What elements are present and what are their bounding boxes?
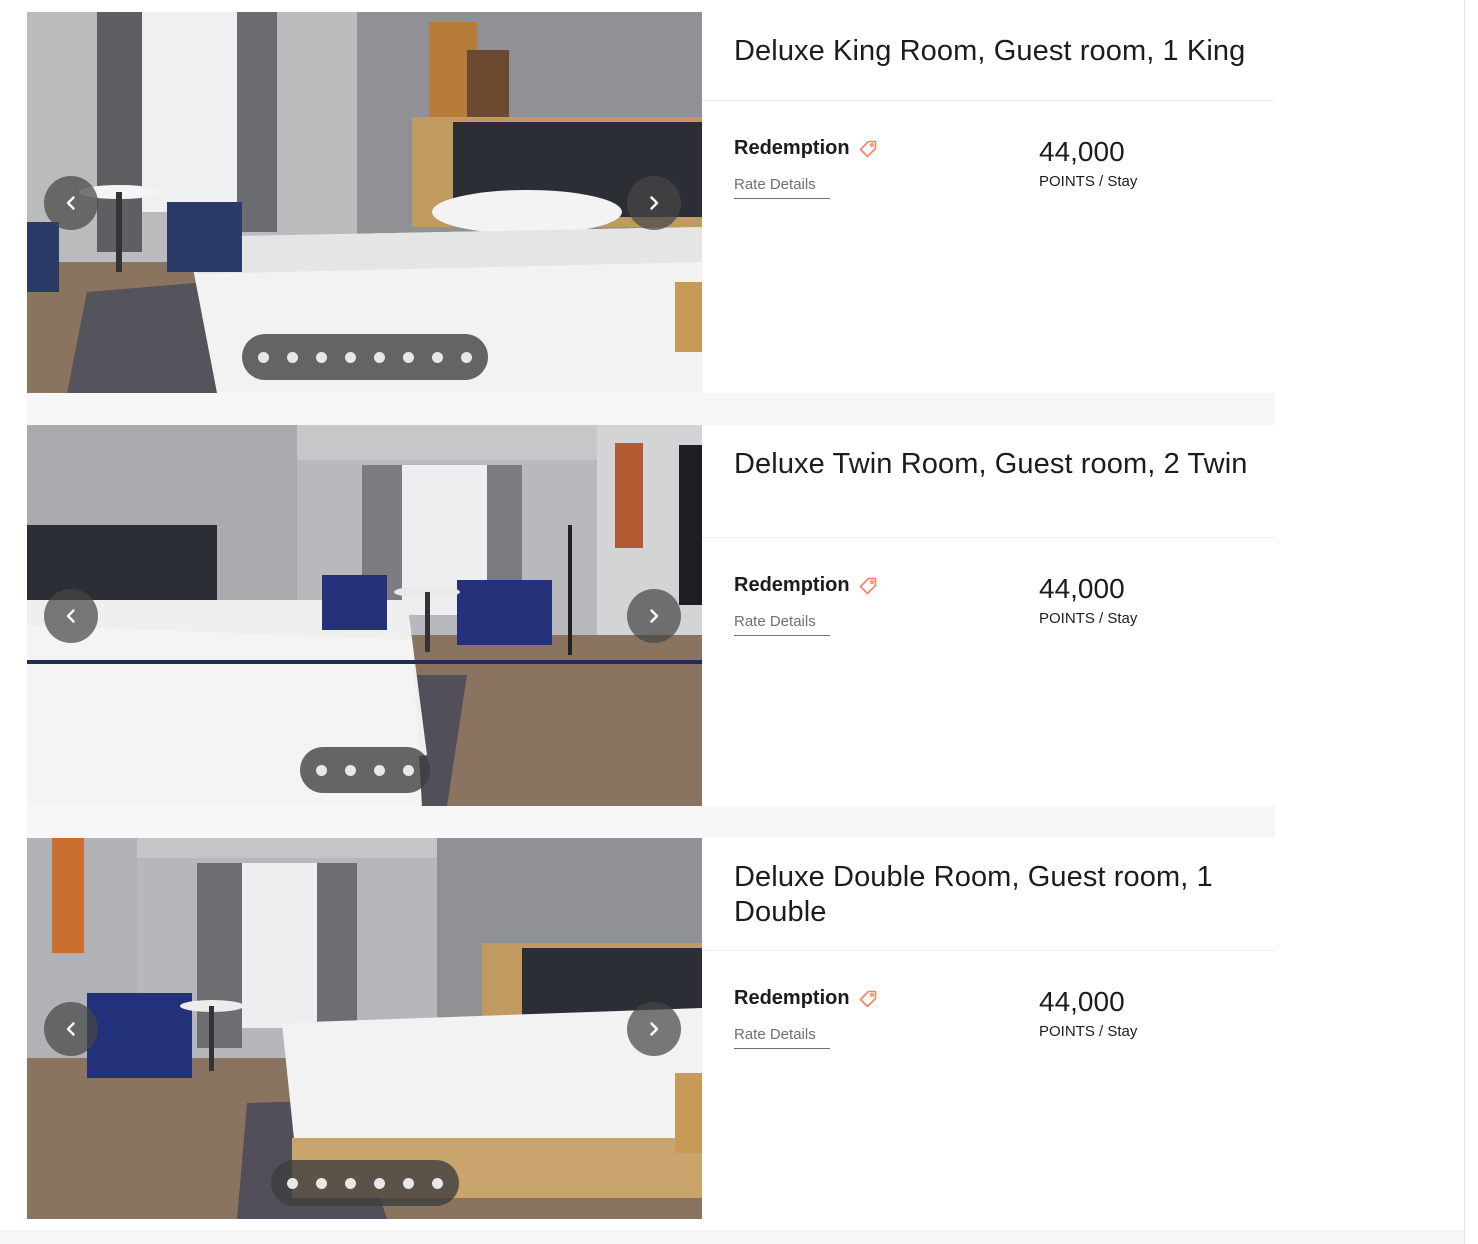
room-title-section: Deluxe King Room, Guest room, 1 King: [702, 12, 1275, 101]
points-label: POINTS: [1039, 1023, 1095, 1040]
carousel-dot[interactable]: [373, 1177, 385, 1189]
carousel-dot[interactable]: [402, 764, 414, 776]
scrollbar-track[interactable]: [1464, 0, 1478, 1244]
points-value: 44,000: [1039, 986, 1125, 1017]
room-image-carousel[interactable]: [27, 838, 702, 1219]
card-separator: [27, 393, 1275, 425]
tag-icon: [859, 990, 876, 1007]
rate-name-label: Redemption: [734, 137, 850, 159]
chevron-left-icon: [66, 1021, 75, 1036]
room-title: Deluxe King Room, Guest room, 1 King: [734, 35, 1246, 67]
carousel-dot[interactable]: [344, 351, 356, 363]
room-info: Deluxe Twin Room, Guest room, 2 Twin Red…: [702, 425, 1275, 806]
rate-row: Redemption Rate Details 44,000 POINTS / …: [702, 951, 1275, 1071]
chevron-right-icon: [650, 608, 659, 623]
rate-name-label: Redemption: [734, 987, 850, 1009]
carousel-next-button[interactable]: [627, 175, 681, 230]
room-image-carousel[interactable]: [27, 12, 702, 393]
carousel-dot[interactable]: [286, 351, 298, 363]
rate-name: Redemption: [734, 137, 878, 160]
page-bottom-edge: [0, 1230, 1464, 1244]
rate-name-label: Redemption: [734, 574, 850, 596]
rate-name: Redemption: [734, 987, 878, 1010]
tag-icon: [859, 577, 876, 594]
per-stay-label: / Stay: [1099, 610, 1138, 627]
carousel-dot[interactable]: [344, 764, 356, 776]
carousel-dot[interactable]: [344, 1177, 356, 1189]
points-unit: POINTS / Stay: [1039, 610, 1137, 627]
rate-details-link[interactable]: Rate Details: [734, 176, 830, 199]
carousel-dot[interactable]: [431, 351, 443, 363]
carousel-dot[interactable]: [315, 1177, 327, 1189]
chevron-left-icon: [66, 608, 75, 623]
carousel-dot[interactable]: [402, 1177, 414, 1189]
carousel-dot[interactable]: [373, 764, 385, 776]
room-title: Deluxe Double Room, Guest room, 1 Double: [734, 861, 1213, 928]
carousel-dot[interactable]: [431, 1177, 443, 1189]
carousel-dot[interactable]: [315, 764, 327, 776]
room-info: Deluxe Double Room, Guest room, 1 Double…: [702, 838, 1275, 1219]
rate-details-link[interactable]: Rate Details: [734, 613, 830, 636]
carousel-dot[interactable]: [402, 351, 414, 363]
chevron-left-icon: [66, 195, 75, 210]
points-unit: POINTS / Stay: [1039, 1023, 1137, 1040]
room-title: Deluxe Twin Room, Guest room, 2 Twin: [734, 448, 1248, 480]
rate-details-link[interactable]: Rate Details: [734, 1026, 830, 1049]
rate-row: Redemption Rate Details 44,000 POINTS / …: [702, 538, 1275, 658]
card-separator: [27, 806, 1275, 838]
points-label: POINTS: [1039, 173, 1095, 190]
room-info: Deluxe King Room, Guest room, 1 King Red…: [702, 12, 1275, 393]
carousel-prev-button[interactable]: [44, 175, 98, 230]
carousel-next-button[interactable]: [627, 588, 681, 643]
rate-row: Redemption Rate Details 44,000 POINTS / …: [702, 101, 1275, 221]
carousel-dots: [299, 747, 430, 793]
carousel-dots: [270, 1160, 459, 1206]
points-label: POINTS: [1039, 610, 1095, 627]
room-image-carousel[interactable]: [27, 425, 702, 806]
carousel-dot[interactable]: [286, 1177, 298, 1189]
per-stay-label: / Stay: [1099, 173, 1138, 190]
points-value: 44,000: [1039, 573, 1125, 604]
carousel-next-button[interactable]: [627, 1001, 681, 1056]
points-value: 44,000: [1039, 136, 1125, 167]
tag-icon: [859, 140, 876, 157]
rate-name: Redemption: [734, 574, 878, 597]
chevron-right-icon: [650, 1021, 659, 1036]
room-title-section: Deluxe Double Room, Guest room, 1 Double: [702, 838, 1275, 951]
room-card: Deluxe King Room, Guest room, 1 King Red…: [27, 12, 1275, 393]
carousel-dot[interactable]: [315, 351, 327, 363]
carousel-prev-button[interactable]: [44, 1001, 98, 1056]
room-list: Deluxe King Room, Guest room, 1 King Red…: [27, 12, 1275, 1219]
carousel-prev-button[interactable]: [44, 588, 98, 643]
room-title-section: Deluxe Twin Room, Guest room, 2 Twin: [702, 425, 1275, 538]
points-unit: POINTS / Stay: [1039, 173, 1137, 190]
room-card: Deluxe Twin Room, Guest room, 2 Twin Red…: [27, 425, 1275, 806]
carousel-dot[interactable]: [373, 351, 385, 363]
per-stay-label: / Stay: [1099, 1023, 1138, 1040]
carousel-dot[interactable]: [257, 351, 269, 363]
room-card: Deluxe Double Room, Guest room, 1 Double…: [27, 838, 1275, 1219]
carousel-dot[interactable]: [460, 351, 472, 363]
carousel-dots: [241, 334, 488, 380]
chevron-right-icon: [650, 195, 659, 210]
